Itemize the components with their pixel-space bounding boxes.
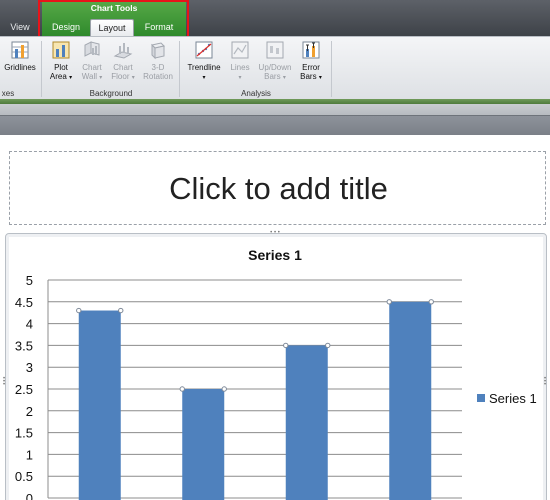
bar[interactable] <box>389 301 432 500</box>
bar[interactable] <box>182 389 225 500</box>
y-tick-label: 2.5 <box>15 382 33 397</box>
y-tick-label: 0.5 <box>15 469 33 484</box>
y-tick-label: 4 <box>26 317 33 332</box>
bar[interactable] <box>78 310 121 500</box>
y-axis-ticks: 0 0.5 1 1.5 2 2.5 3 3.5 4 4.5 5 <box>15 273 33 500</box>
bars <box>76 299 434 500</box>
selection-handle[interactable] <box>76 307 82 314</box>
y-tick-label: 4.5 <box>15 295 33 310</box>
bar-chart: 0 0.5 1 1.5 2 2.5 3 3.5 4 4.5 5 Series 1 Series 1 <box>15 247 537 500</box>
y-tick-label: 1.5 <box>15 426 33 441</box>
legend-swatch <box>477 394 485 402</box>
selection-handle[interactable] <box>179 386 185 392</box>
y-tick-label: 5 <box>26 273 33 288</box>
y-tick-label: 3.5 <box>15 338 33 353</box>
selection-handle[interactable] <box>386 299 392 305</box>
app-window: Chart Tools View Design Layout Format Gr… <box>0 0 550 500</box>
selection-handle[interactable] <box>428 299 434 305</box>
legend[interactable]: Series 1 <box>477 391 537 406</box>
selection-handle[interactable] <box>221 386 227 392</box>
y-tick-label: 1 <box>26 447 33 462</box>
y-tick-label: 3 <box>26 360 33 375</box>
selection-handle[interactable] <box>325 342 331 349</box>
y-tick-label: 0 <box>26 491 33 500</box>
selection-handle[interactable] <box>283 342 289 349</box>
chart-title[interactable]: Series 1 <box>248 247 302 263</box>
y-tick-label: 2 <box>26 404 33 419</box>
selection-handle[interactable] <box>118 307 124 314</box>
bar[interactable] <box>285 345 328 500</box>
legend-label: Series 1 <box>489 391 537 406</box>
